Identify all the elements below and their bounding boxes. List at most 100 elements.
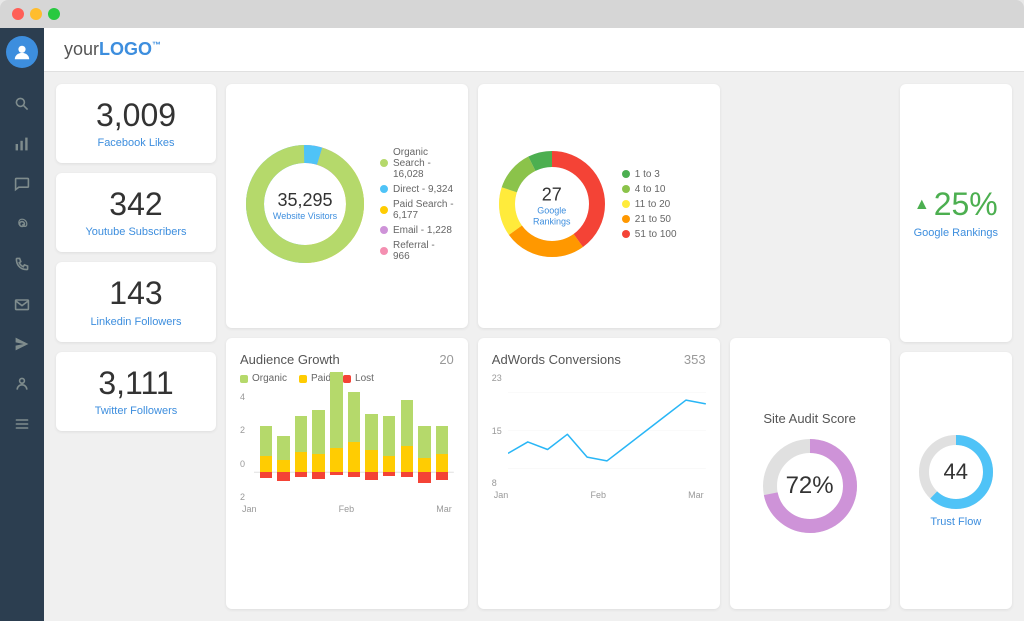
audience-growth-card: Audience Growth 20 Organic Paid Lost 4 2… <box>226 338 468 609</box>
bar-organic <box>401 400 414 446</box>
adwords-chart: 23 15 8 <box>492 373 706 488</box>
trust-flow-label: Trust Flow <box>930 516 981 528</box>
bar-organic <box>436 426 449 454</box>
adwords-header: AdWords Conversions 353 <box>492 352 706 367</box>
bar-organic <box>418 426 431 458</box>
linkedin-followers-number: 143 <box>109 276 162 311</box>
trust-flow-card: 44 Trust Flow <box>900 352 1012 610</box>
bar-lost <box>312 472 325 479</box>
legend-organic: Organic <box>240 373 287 384</box>
legend-lost: Lost <box>343 373 374 384</box>
bar-group <box>417 392 433 502</box>
bar-organic <box>277 436 290 460</box>
website-visitors-legend: Organic Search - 16,028 Direct - 9,324 P… <box>380 147 454 266</box>
audience-growth-header: Audience Growth 20 <box>240 352 454 367</box>
google-rank-label: Google Rankings <box>914 227 998 239</box>
sidebar-item-analytics[interactable] <box>4 126 40 162</box>
website-visitors-label: 35,295 Website Visitors <box>273 190 337 222</box>
sidebar-item-at[interactable] <box>4 206 40 242</box>
bar-lost <box>383 472 396 476</box>
bar-group <box>311 392 327 502</box>
bar-group <box>329 392 345 502</box>
bar-chart-bars <box>254 392 454 502</box>
sidebar-logo[interactable] <box>6 36 38 68</box>
site-audit-percent: 72% <box>786 472 834 499</box>
adwords-number: 353 <box>684 352 706 367</box>
facebook-likes-label: Facebook Likes <box>97 137 174 149</box>
youtube-subscribers-label: Youtube Subscribers <box>85 226 186 238</box>
legend-item: 21 to 50 <box>622 214 677 225</box>
dashboard: 3,009 Facebook Likes 342 Youtube Subscri… <box>44 72 1024 621</box>
twitter-followers-label: Twitter Followers <box>95 405 178 417</box>
bar-organic <box>295 416 308 452</box>
logo: youryourLOGOLOGO™ <box>64 39 161 60</box>
audience-growth-chart: 4 2 0 2 <box>240 392 454 502</box>
youtube-subscribers-number: 342 <box>109 187 162 222</box>
legend-item: Organic Search - 16,028 <box>380 147 454 180</box>
legend-item: 51 to 100 <box>622 229 677 240</box>
site-audit-title: Site Audit Score <box>763 411 856 426</box>
bar-lost <box>295 472 308 476</box>
bar-paid <box>383 456 396 472</box>
trust-flow-value: 44 <box>944 459 968 484</box>
legend-item: 11 to 20 <box>622 199 677 210</box>
site-audit-donut: 72% <box>760 436 860 536</box>
bar-group <box>399 392 415 502</box>
sidebar-item-search[interactable] <box>4 86 40 122</box>
bar-group <box>258 392 274 502</box>
bar-organic <box>260 426 273 456</box>
maximize-button[interactable] <box>48 8 60 20</box>
twitter-followers-number: 3,111 <box>98 366 173 401</box>
bar-lost <box>277 472 290 481</box>
adwords-conversions-card: AdWords Conversions 353 23 15 8 <box>478 338 720 609</box>
bar-group <box>364 392 380 502</box>
website-visitors-card: 35,295 Website Visitors Organic Search -… <box>226 84 468 328</box>
facebook-likes-card: 3,009 Facebook Likes <box>56 84 216 163</box>
bar-group <box>381 392 397 502</box>
bar-paid <box>312 454 325 472</box>
bar-organic <box>348 392 361 442</box>
google-rankings-legend: 1 to 3 4 to 10 11 to 20 21 to 50 51 to 1… <box>622 169 677 244</box>
bar-organic <box>365 414 378 450</box>
bar-organic <box>383 416 396 456</box>
bar-paid <box>348 442 361 472</box>
bar-group <box>276 392 292 502</box>
main-area: youryourLOGOLOGO™ 3,009 Facebook Likes 3… <box>44 28 1024 621</box>
close-button[interactable] <box>12 8 24 20</box>
youtube-subscribers-card: 342 Youtube Subscribers <box>56 173 216 252</box>
titlebar <box>0 0 1024 28</box>
topbar: youryourLOGOLOGO™ <box>44 28 1024 72</box>
sidebar-item-settings[interactable] <box>4 406 40 442</box>
bar-group <box>293 392 309 502</box>
bar-paid <box>401 446 414 472</box>
minimize-button[interactable] <box>30 8 42 20</box>
bar-lost <box>365 472 378 479</box>
legend-item: Email - 1,228 <box>380 225 454 236</box>
sidebar-item-person[interactable] <box>4 366 40 402</box>
twitter-followers-card: 3,111 Twitter Followers <box>56 352 216 431</box>
rank-arrow-icon: ▲ <box>914 196 930 214</box>
bar-lost <box>330 472 343 475</box>
legend-item: Direct - 9,324 <box>380 184 454 195</box>
audience-growth-number: 20 <box>439 352 453 367</box>
sidebar-item-mail[interactable] <box>4 286 40 322</box>
audience-growth-title: Audience Growth <box>240 352 340 367</box>
legend-item: 4 to 10 <box>622 184 677 195</box>
sidebar-item-chat[interactable] <box>4 166 40 202</box>
bar-paid <box>260 456 273 472</box>
bar-paid <box>436 454 449 472</box>
adwords-title: AdWords Conversions <box>492 352 621 367</box>
linkedin-followers-label: Linkedin Followers <box>90 316 181 328</box>
google-rank-percent: 25% <box>934 186 998 223</box>
google-rankings-label: 27 Google Rankings <box>522 185 582 228</box>
bar-paid <box>277 460 290 472</box>
sidebar-item-phone[interactable] <box>4 246 40 282</box>
sidebar-item-send[interactable] <box>4 326 40 362</box>
adwords-line-svg <box>508 373 706 488</box>
linkedin-followers-card: 143 Linkedin Followers <box>56 262 216 341</box>
right-column: ▲ 25% Google Rankings 44 <box>900 84 1012 609</box>
legend-item: Referral - 966 <box>380 240 454 262</box>
bar-lost <box>348 472 361 477</box>
site-audit-card: Site Audit Score 72% <box>730 338 890 609</box>
google-rank-change-card: ▲ 25% Google Rankings <box>900 84 1012 342</box>
